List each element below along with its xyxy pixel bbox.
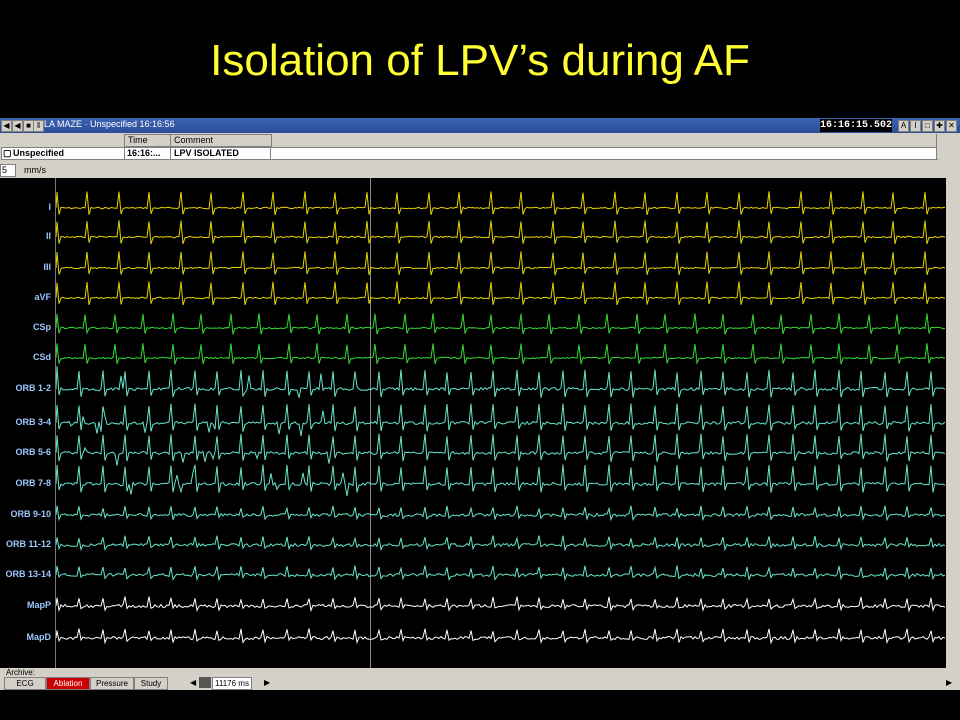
- trace-orb-13-14: [56, 565, 946, 582]
- font-b-icon[interactable]: I: [910, 120, 921, 132]
- channel-label: ORB 1-2: [15, 383, 51, 393]
- blank-cell: [1, 135, 123, 146]
- channel-label: ORB 5-6: [15, 447, 51, 457]
- trace-orb-11-12: [56, 535, 946, 552]
- trace-mapp: [56, 596, 946, 613]
- scroll-left-icon[interactable]: ◀: [190, 677, 196, 688]
- comment-header: Comment: [174, 135, 214, 145]
- vertical-scrollbar[interactable]: [946, 178, 960, 668]
- info-scrollbar[interactable]: [936, 134, 949, 159]
- close-icon[interactable]: ✕: [946, 120, 957, 132]
- channel-label: ORB 7-8: [15, 478, 51, 488]
- channel-label: ORB 9-10: [10, 509, 51, 519]
- trace-orb-9-10: [56, 505, 946, 522]
- channel-label: III: [43, 262, 51, 272]
- trace-mapd: [56, 628, 946, 645]
- speed-value: 5: [2, 165, 8, 175]
- comment-extra-area[interactable]: [270, 147, 938, 160]
- move-icon[interactable]: ✚: [934, 120, 945, 132]
- waveform-traces: [56, 191, 946, 645]
- pause-icon[interactable]: ‖: [33, 120, 44, 132]
- trace-i: [56, 191, 946, 216]
- comment-value: LPV ISOLATED: [174, 148, 239, 158]
- window-titlebar: ◀ ◀ ■ ‖ LA MAZE · Unspecified 16:16:56 1…: [0, 118, 960, 133]
- channel-label: CSd: [33, 352, 51, 362]
- tab-ablation[interactable]: Ablation: [46, 677, 90, 690]
- channel-label: ORB 11-12: [5, 539, 51, 549]
- scroll-right-icon[interactable]: ▶: [264, 677, 270, 688]
- trace-orb-1-2: [56, 366, 946, 398]
- scroll-end-icon[interactable]: ▶: [946, 677, 952, 688]
- channel-label: CSp: [33, 322, 51, 332]
- channel-label: II: [45, 231, 51, 241]
- font-a-icon[interactable]: A: [898, 120, 909, 132]
- checkbox-icon[interactable]: ▢: [3, 148, 12, 159]
- speed-unit: mm/s: [24, 165, 46, 175]
- info-bar: Time Comment ▢ Unspecified 16:16:... LPV…: [0, 133, 960, 160]
- trace-ii: [56, 220, 946, 245]
- slide-title: Isolation of LPV’s during AF: [210, 36, 750, 85]
- tab-ecg[interactable]: ECG: [4, 677, 46, 690]
- trace-iii: [56, 251, 946, 276]
- channel-label: aVF: [34, 292, 51, 302]
- tab-bar: ◀ 11176 ms ▶ ▶ ECG Ablation Pressure Study: [0, 677, 960, 690]
- channel-label: I: [48, 202, 51, 212]
- trace-orb-7-8: [56, 464, 946, 497]
- trace-orb-3-4: [56, 403, 946, 437]
- trace-csd: [56, 343, 946, 366]
- trace-orb-5-6: [56, 433, 946, 466]
- time-header: Time: [128, 135, 148, 145]
- channel-label: MapD: [26, 632, 52, 642]
- clock-readout: 16:16:15.502: [820, 119, 893, 132]
- trace-avf: [56, 281, 946, 306]
- rewind-icon[interactable]: ◀: [12, 120, 23, 132]
- tab-pressure[interactable]: Pressure: [90, 677, 134, 690]
- patient-label: Unspecified: [13, 148, 65, 158]
- scroll-thumb[interactable]: [199, 677, 211, 688]
- restore-icon[interactable]: □: [922, 120, 933, 132]
- recording-window: ◀ ◀ ■ ‖ LA MAZE · Unspecified 16:16:56 1…: [0, 118, 960, 690]
- speed-row: 5 mm/s: [0, 163, 960, 177]
- play-icon[interactable]: ◀: [1, 120, 12, 132]
- trace-csp: [56, 313, 946, 335]
- channel-label: ORB 13-14: [5, 569, 51, 579]
- tab-study[interactable]: Study: [134, 677, 168, 690]
- window-title: LA MAZE · Unspecified 16:16:56: [44, 119, 175, 129]
- duration-field[interactable]: 11176 ms: [212, 677, 252, 690]
- channel-labels: I II III aVF CSp CSd ORB 1-2 ORB 3-4 ORB 5-6 ORB …: [0, 178, 55, 668]
- channel-label: MapP: [26, 600, 51, 610]
- waveform-area: I II III aVF CSp CSd ORB 1-2 ORB 3-4 ORB 5-6 ORB …: [0, 178, 960, 668]
- time-value: 16:16:...: [127, 148, 161, 158]
- channel-label: ORB 3-4: [15, 417, 51, 427]
